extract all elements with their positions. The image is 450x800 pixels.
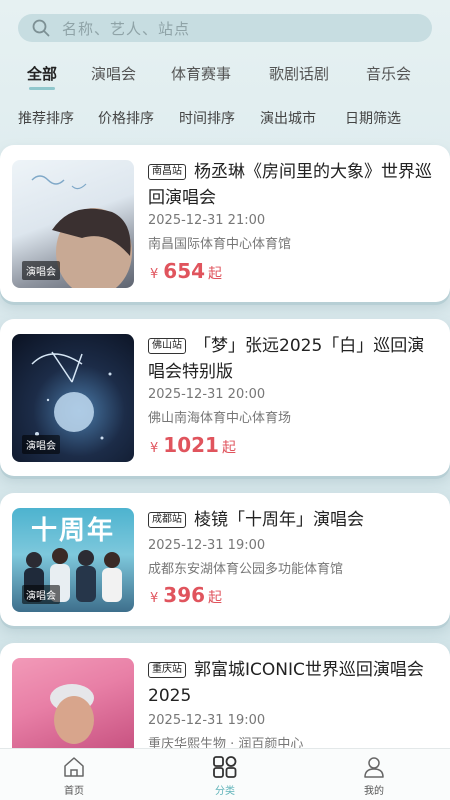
nav-home[interactable]: 首页 — [44, 755, 104, 797]
event-title-text: 杨丞琳《房间里的大象》世界巡回演唱会 — [148, 162, 432, 208]
price-value: 654 — [163, 259, 206, 283]
event-datetime: 2025-12-31 21:00 — [148, 213, 266, 228]
search-bar[interactable]: 名称、艺人、站点 — [18, 14, 432, 42]
poster-tag: 演唱会 — [22, 585, 60, 604]
event-title-text: 「梦」张远2025「白」巡回演唱会特别版 — [148, 336, 425, 382]
sort-price[interactable]: 价格排序 — [98, 108, 154, 128]
event-title: 重庆站 郭富城ICONIC世界巡回演唱会2025 — [148, 657, 438, 709]
event-datetime: 2025-12-31 20:00 — [148, 387, 266, 402]
price-suffix: 起 — [208, 266, 223, 282]
home-icon — [64, 757, 84, 777]
event-poster: 演唱会 — [12, 334, 134, 462]
event-card[interactable]: 十周年 演唱会 成都站 棱镜「十周年」演唱会 2025-12-31 19:00 成… — [0, 493, 450, 626]
event-poster: 十周年 演唱会 — [12, 508, 134, 612]
tab-concert[interactable]: 演唱会 — [91, 63, 136, 84]
currency-symbol: ¥ — [150, 591, 159, 606]
event-price: ¥396 起 — [150, 583, 222, 607]
poster-tag: 演唱会 — [22, 261, 60, 280]
event-card[interactable]: 演唱会 佛山站 「梦」张远2025「白」巡回演唱会特别版 2025-12-31 2… — [0, 319, 450, 476]
event-price: ¥654 起 — [150, 259, 222, 283]
bottom-nav: 首页 分类 我的 — [0, 748, 450, 800]
search-placeholder: 名称、艺人、站点 — [62, 19, 191, 38]
tab-all[interactable]: 全部 — [27, 63, 57, 90]
nav-category-label: 分类 — [215, 786, 235, 797]
sort-time[interactable]: 时间排序 — [179, 108, 235, 128]
event-venue: 佛山南海体育中心体育场 — [148, 411, 292, 426]
tab-sports[interactable]: 体育赛事 — [171, 63, 231, 84]
event-title-text: 郭富城ICONIC世界巡回演唱会2025 — [148, 660, 424, 706]
event-title-text: 棱镜「十周年」演唱会 — [194, 510, 364, 530]
profile-icon — [364, 757, 384, 778]
sort-bar: 推荐排序 价格排序 时间排序 演出城市 日期筛选 — [0, 108, 450, 130]
price-suffix: 起 — [221, 440, 236, 456]
price-value: 1021 — [163, 433, 219, 457]
event-venue: 南昌国际体育中心体育馆 — [148, 237, 292, 252]
sort-recommended[interactable]: 推荐排序 — [18, 108, 74, 128]
currency-symbol: ¥ — [150, 267, 159, 282]
price-suffix: 起 — [208, 590, 223, 606]
category-tabs: 全部 演唱会 体育赛事 歌剧话剧 音乐会 — [0, 63, 450, 90]
sort-date-filter[interactable]: 日期筛选 — [345, 108, 401, 128]
event-title: 成都站 棱镜「十周年」演唱会 — [148, 507, 438, 533]
city-badge: 重庆站 — [148, 662, 186, 678]
city-badge: 南昌站 — [148, 164, 186, 180]
tab-music-concert[interactable]: 音乐会 — [366, 63, 411, 84]
event-price: ¥1021 起 — [150, 433, 236, 457]
event-datetime: 2025-12-31 19:00 — [148, 538, 266, 553]
nav-profile-label: 我的 — [364, 786, 384, 797]
event-venue: 成都东安湖体育公园多功能体育馆 — [148, 562, 344, 577]
nav-profile[interactable]: 我的 — [344, 755, 404, 797]
nav-home-label: 首页 — [64, 786, 84, 797]
category-icon — [213, 756, 237, 778]
poster-tag: 演唱会 — [22, 435, 60, 454]
city-badge: 成都站 — [148, 512, 186, 528]
event-card[interactable]: 演唱会 南昌站 杨丞琳《房间里的大象》世界巡回演唱会 2025-12-31 21:… — [0, 145, 450, 302]
nav-category[interactable]: 分类 — [195, 755, 255, 797]
event-title: 南昌站 杨丞琳《房间里的大象》世界巡回演唱会 — [148, 159, 438, 211]
sort-city[interactable]: 演出城市 — [260, 108, 316, 128]
event-title: 佛山站 「梦」张远2025「白」巡回演唱会特别版 — [148, 333, 438, 385]
city-badge: 佛山站 — [148, 338, 186, 354]
event-datetime: 2025-12-31 19:00 — [148, 713, 266, 728]
event-poster: 演唱会 — [12, 160, 134, 288]
tab-opera-drama[interactable]: 歌剧话剧 — [269, 63, 329, 84]
currency-symbol: ¥ — [150, 441, 159, 456]
price-value: 396 — [163, 583, 206, 607]
search-icon — [32, 19, 50, 37]
